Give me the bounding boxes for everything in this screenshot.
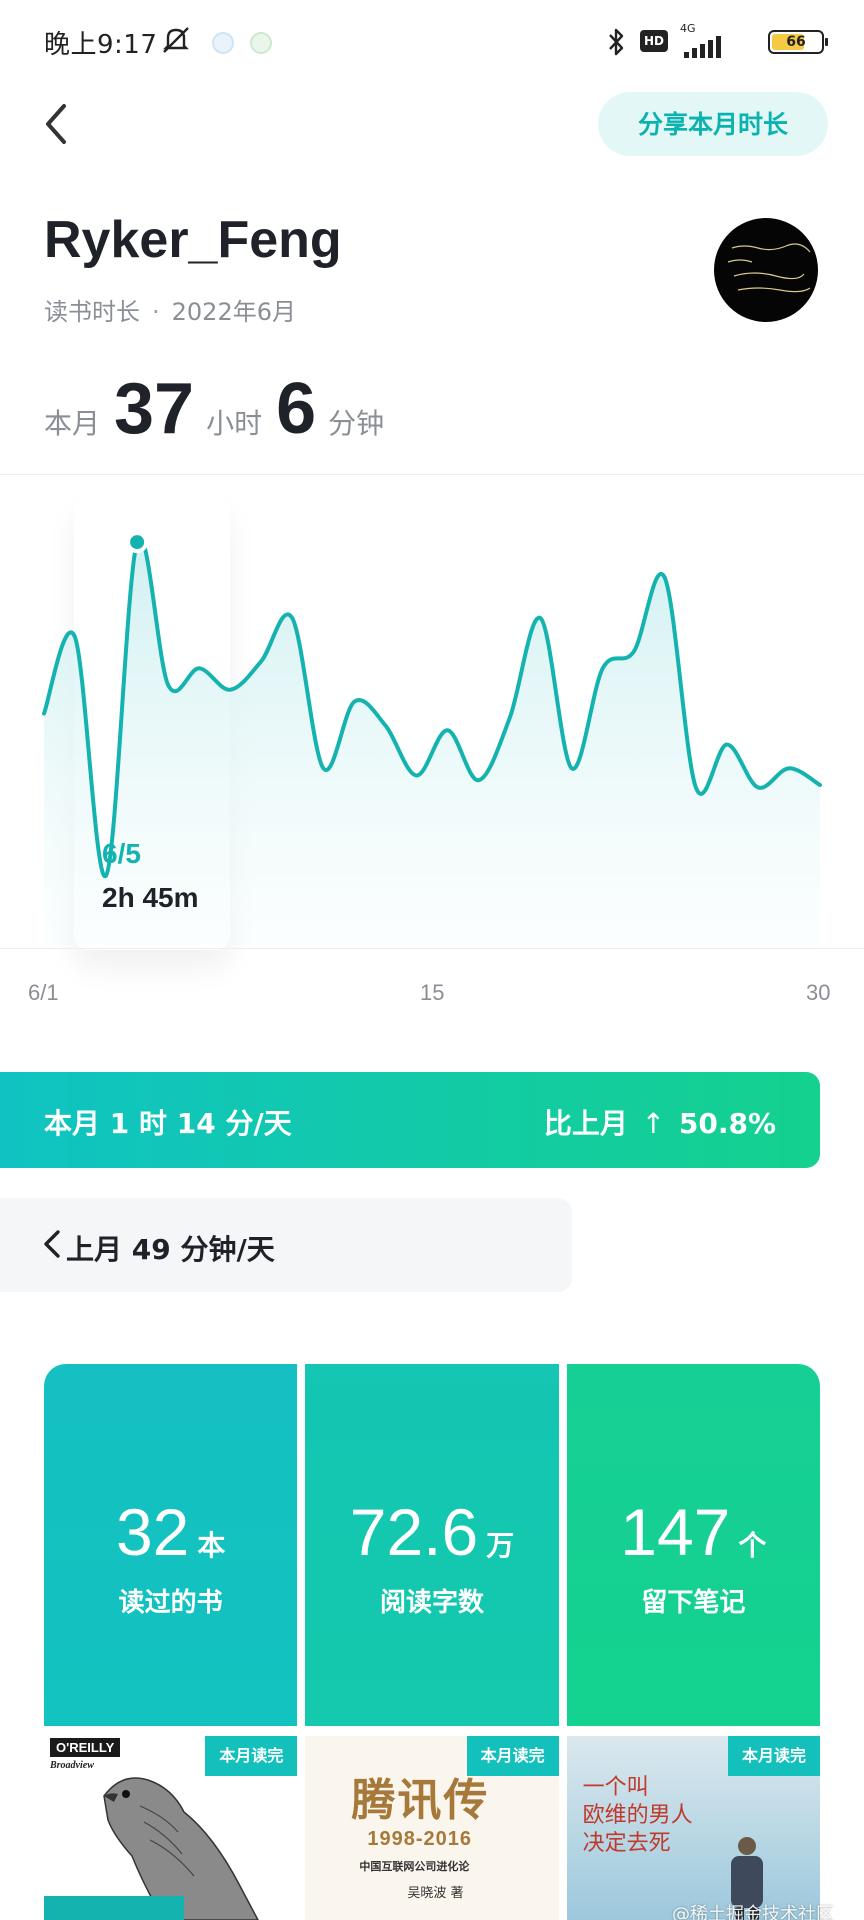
previous-month-banner[interactable]: 上月 49 分钟/天 [0, 1198, 572, 1292]
stat-label: 读过的书 [118, 1588, 223, 1618]
book-title-line: 一个叫 [582, 1775, 649, 1800]
subtitle: 读书时长 · 2022年6月 [44, 298, 296, 326]
stats-cards: 32 本 读过的书 72.6 万 阅读字数 147 个 留下笔记 [44, 1364, 820, 1726]
x-tick-label: 15 [420, 980, 445, 1005]
stat-value: 32 [115, 1495, 190, 1569]
chart-point[interactable] [786, 765, 792, 771]
chart-point[interactable] [320, 765, 326, 771]
book-subtitle: 中国互联网公司进化论 [359, 1860, 470, 1873]
chart-point[interactable] [569, 765, 575, 771]
chart-point[interactable] [600, 665, 606, 671]
book-title-line: 决定去死 [582, 1831, 671, 1856]
compare-value: 50.8% [678, 1107, 776, 1140]
total-hours-unit: 小时 [206, 407, 263, 440]
stat-card-books[interactable]: 32 本 读过的书 [44, 1364, 298, 1726]
back-arrow-icon[interactable] [38, 98, 78, 150]
chart-point[interactable] [351, 699, 357, 705]
chart-point[interactable] [476, 777, 482, 783]
month-label[interactable]: 2022年6月 [172, 298, 296, 326]
app-notification-icon [212, 32, 234, 54]
selected-duration: 2h 45m [102, 882, 199, 913]
chart-point[interactable] [631, 649, 637, 655]
stat-unit: 本 [197, 1529, 226, 1562]
x-tick-label: 6/1 [28, 980, 59, 1005]
book-cover[interactable]: 一个叫 欧维的男人 决定去死 本月读完 [566, 1736, 820, 1920]
chart-baseline [0, 948, 864, 949]
total-minutes: 6 [276, 369, 317, 449]
avatar[interactable] [714, 218, 818, 322]
watermark: @稀土掘金技术社区 [672, 1904, 834, 1920]
avatar-image [727, 243, 811, 293]
chevron-left-icon [44, 1230, 60, 1258]
chart-point[interactable] [165, 682, 171, 688]
status-time: 晚上9:17 [44, 30, 158, 60]
chart-point[interactable] [72, 634, 78, 640]
signal-icon: 4G [674, 22, 730, 62]
chart-canvas [41, 531, 823, 945]
reading-time-chart[interactable] [0, 475, 864, 950]
chart-point[interactable] [289, 615, 295, 621]
previous-month-average: 上月 49 分钟/天 [66, 1233, 275, 1266]
stat-unit: 个 [738, 1529, 767, 1562]
stat-label: 阅读字数 [379, 1588, 484, 1618]
selected-date: 6/5 [102, 838, 141, 869]
finished-badge: 本月读完 [205, 1736, 298, 1776]
chart-point[interactable] [41, 711, 47, 717]
bluetooth-icon [609, 28, 624, 56]
status-bar: 晚上9:17 HD 4G 66 [0, 0, 864, 84]
stat-card-notes[interactable]: 147 个 留下笔记 [566, 1364, 820, 1726]
share-month-button[interactable]: 分享本月时长 [598, 92, 828, 156]
stat-label: 留下笔记 [641, 1588, 746, 1618]
up-arrow-icon: ↑ [641, 1107, 666, 1140]
finished-badge: 本月读完 [727, 1736, 820, 1776]
total-hours: 37 [114, 369, 195, 449]
chart-point[interactable] [693, 784, 699, 790]
chart-point[interactable] [724, 742, 730, 748]
finished-books: O'REILLY Broadview 本月读完 腾讯传 1998-2016 中国… [44, 1736, 820, 1920]
chart-point[interactable] [413, 772, 419, 778]
month-compare: 比上月 ↑ 50.8% [544, 1102, 776, 1142]
total-minutes-unit: 分钟 [328, 407, 385, 440]
book-cover[interactable]: 腾讯传 1998-2016 中国互联网公司进化论 吴晓波 著 本月读完 [305, 1736, 559, 1920]
book-title-line: 欧维的男人 [582, 1803, 693, 1828]
chart-point[interactable] [755, 784, 761, 790]
chart-point[interactable] [662, 575, 668, 581]
chart-point[interactable] [817, 782, 823, 788]
monthly-average: 本月 1 时 14 分/天 [44, 1107, 292, 1140]
chart-point[interactable] [382, 722, 388, 728]
stat-card-words[interactable]: 72.6 万 阅读字数 [305, 1364, 559, 1726]
selected-chart-point[interactable] [126, 531, 149, 554]
stat-value: 147 [620, 1495, 731, 1569]
user-name: Ryker_Feng [44, 211, 342, 269]
section-label: 读书时长 [44, 298, 140, 326]
book-author: 吴晓波 著 [407, 1886, 464, 1901]
network-type: 4G [680, 22, 696, 35]
chart-point[interactable] [103, 872, 109, 878]
chart-point[interactable] [445, 727, 451, 733]
x-tick-label: 30 [806, 980, 831, 1005]
book-years: 1998-2016 [367, 1828, 472, 1850]
stat-unit: 万 [486, 1529, 515, 1562]
battery-icon: 66 [768, 30, 828, 54]
book-title: 一个叫 欧维的男人 决定去死 [583, 1774, 693, 1858]
app-notification-icon [250, 32, 272, 54]
mute-bell-icon [163, 27, 189, 53]
status-icons: HD 4G 66 [564, 18, 828, 66]
compare-label: 比上月 [543, 1107, 628, 1140]
monthly-total: 本月 37 小时 6 分钟 [44, 368, 398, 458]
reading-stats-page: 晚上9:17 HD 4G 66 分享本月时长 Ryker_Feng 读书时长 ·… [0, 0, 864, 1920]
finished-badge: 本月读完 [466, 1736, 559, 1776]
chart-point[interactable] [507, 715, 513, 721]
monthly-average-banner: 本月 1 时 14 分/天 比上月 ↑ 50.8% [0, 1072, 820, 1168]
battery-level: 66 [786, 34, 806, 50]
chart-point[interactable] [227, 687, 233, 693]
stat-value: 72.6 [349, 1495, 479, 1569]
chart-point[interactable] [196, 665, 202, 671]
chart-point[interactable] [538, 615, 544, 621]
chart-point[interactable] [258, 658, 264, 664]
book-cover[interactable]: O'REILLY Broadview 本月读完 [44, 1736, 298, 1920]
hd-badge: HD [640, 30, 668, 52]
total-prefix: 本月 [44, 407, 101, 440]
